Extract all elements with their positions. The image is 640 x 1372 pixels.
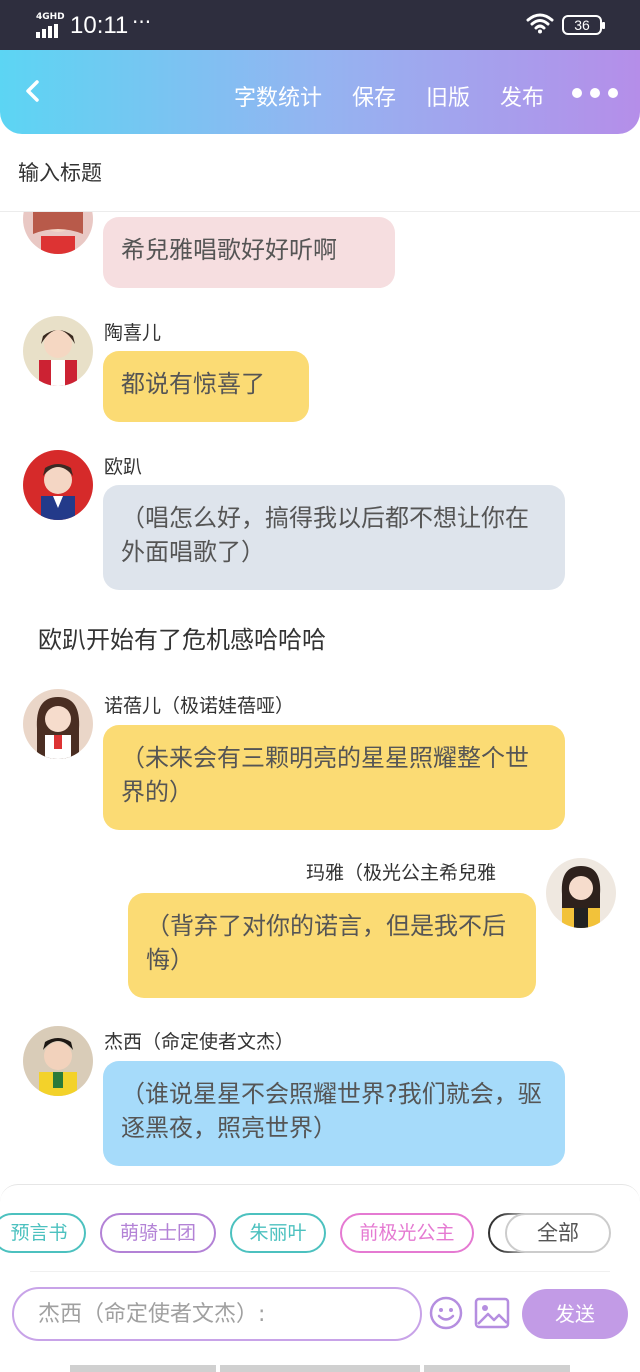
status-more-dots: ··· <box>132 10 152 34</box>
back-chevron-icon[interactable] <box>18 76 48 106</box>
message-text: （唱怎么好，搞得我以后都不想让你在外面唱歌了） <box>121 504 529 566</box>
avatar[interactable] <box>23 450 93 520</box>
character-chip[interactable]: 朱丽叶 <box>230 1213 326 1253</box>
more-dots-icon[interactable] <box>572 88 618 98</box>
divider <box>30 1271 610 1272</box>
battery-icon: 36 <box>562 15 605 35</box>
message-text: （背弃了对你的诺言，但是我不后悔） <box>146 912 506 974</box>
message-bubble[interactable]: （未来会有三颗明亮的星星照耀整个世界的） <box>103 725 565 830</box>
wifi-icon <box>526 13 554 34</box>
battery-level: 36 <box>574 17 590 33</box>
character-chip[interactable]: 萌骑士团 <box>100 1213 216 1253</box>
chip-label: 萌骑士团 <box>119 1222 196 1244</box>
character-chip[interactable]: 前极光公主 <box>340 1213 474 1253</box>
nav-bar-segment <box>220 1365 420 1372</box>
network-type: 4GHD <box>36 12 65 22</box>
message-text: 希兒雅唱歌好好听啊 <box>121 236 337 264</box>
sender-name: 欧趴 <box>104 456 143 478</box>
old-version-button[interactable]: 旧版 <box>426 80 470 112</box>
narration-text[interactable]: 欧趴开始有了危机感哈哈哈 <box>38 620 326 655</box>
avatar[interactable] <box>546 858 616 928</box>
sender-name: 陶喜儿 <box>104 322 162 344</box>
message-bubble[interactable]: （背弃了对你的诺言，但是我不后悔） <box>128 893 536 998</box>
signal-icon <box>36 24 58 38</box>
message-text: （谁说星星不会照耀世界?我们就会，驱逐黑夜，照亮世界） <box>121 1080 542 1142</box>
chip-label: 前极光公主 <box>359 1222 455 1244</box>
nav-bar-segment <box>424 1365 570 1372</box>
editor-toolbar: 字数统计 保存 旧版 发布 <box>0 50 640 134</box>
message-input[interactable] <box>12 1287 422 1341</box>
send-button[interactable]: 发送 <box>522 1289 628 1339</box>
chat-area[interactable]: 希兒雅唱歌好好听啊 陶喜儿 都说有惊喜了 欧趴 （唱怎么好，搞得我以后都不想让你… <box>0 212 640 1182</box>
title-input[interactable] <box>18 156 618 190</box>
status-bar: 4GHD 10:11 ··· 36 <box>0 0 640 50</box>
chip-label: 预言书 <box>10 1222 68 1244</box>
composer-panel: 预言书 萌骑士团 朱丽叶 前极光公主 全部 发送 <box>0 1184 640 1372</box>
publish-button[interactable]: 发布 <box>500 80 544 112</box>
message-bubble[interactable]: （谁说星星不会照耀世界?我们就会，驱逐黑夜，照亮世界） <box>103 1061 565 1166</box>
message-text: 都说有惊喜了 <box>121 370 265 398</box>
chip-label: 朱丽叶 <box>249 1222 307 1244</box>
message-bubble[interactable]: 希兒雅唱歌好好听啊 <box>103 217 395 288</box>
status-time: 10:11 <box>70 12 129 39</box>
avatar[interactable] <box>23 1026 93 1096</box>
avatar[interactable] <box>23 689 93 759</box>
sender-name: 杰西（命定使者文杰） <box>104 1031 295 1053</box>
message-text: （未来会有三颗明亮的星星照耀整个世界的） <box>121 744 529 806</box>
smiley-icon[interactable] <box>428 1295 464 1331</box>
save-button[interactable]: 保存 <box>352 80 396 112</box>
character-chip[interactable]: 预言书 <box>0 1213 86 1253</box>
word-count-button[interactable]: 字数统计 <box>234 80 322 112</box>
image-icon[interactable] <box>474 1297 510 1329</box>
sender-name: 诺蓓儿（极诺娃蓓哑） <box>104 695 295 717</box>
sender-name: 玛雅（极光公主希兒雅 <box>306 862 497 884</box>
title-field-container <box>0 134 640 212</box>
message-bubble[interactable]: （唱怎么好，搞得我以后都不想让你在外面唱歌了） <box>103 485 565 590</box>
message-bubble[interactable]: 都说有惊喜了 <box>103 351 309 422</box>
all-characters-button[interactable]: 全部 <box>505 1213 611 1253</box>
avatar[interactable] <box>23 316 93 386</box>
nav-bar-segment <box>70 1365 216 1372</box>
avatar[interactable] <box>23 212 93 254</box>
toolbar-actions: 字数统计 保存 旧版 发布 <box>234 80 544 112</box>
